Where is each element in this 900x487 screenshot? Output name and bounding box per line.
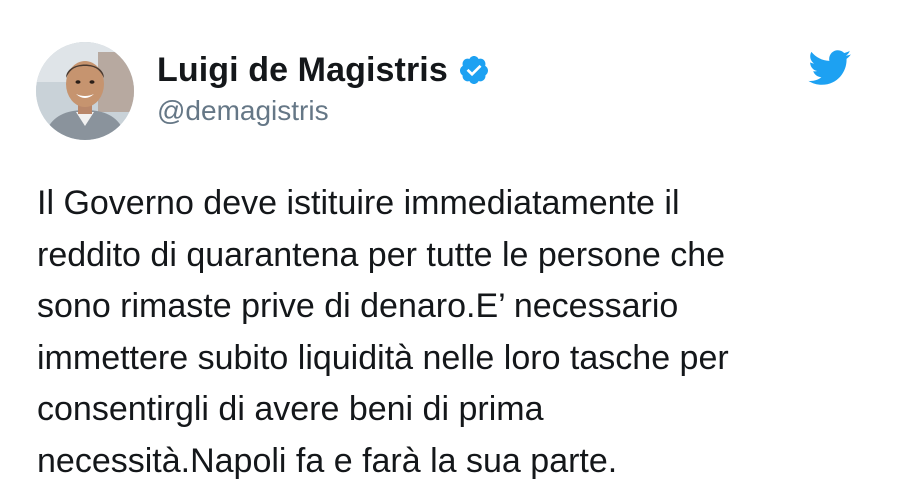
author-name-row: Luigi de Magistris xyxy=(157,48,490,92)
author-display-name[interactable]: Luigi de Magistris xyxy=(157,51,448,90)
verified-badge-icon xyxy=(458,54,490,86)
tweet-text-line: necessità.Napoli fa e farà la sua parte. xyxy=(37,436,867,487)
tweet-text-line: sono rimaste prive di denaro.E’ necessar… xyxy=(37,281,867,333)
twitter-bird-icon[interactable] xyxy=(808,50,852,86)
tweet-text-line: reddito di quarantena per tutte le perso… xyxy=(37,230,867,282)
tweet-text-line: Il Governo deve istituire immediatamente… xyxy=(37,178,867,230)
author-handle[interactable]: @demagistris xyxy=(157,95,329,127)
tweet-text-line: immettere subito liquidità nelle loro ta… xyxy=(37,333,867,385)
avatar[interactable] xyxy=(36,42,134,140)
tweet-body: Il Governo deve istituire immediatamente… xyxy=(37,178,867,487)
tweet-text-line: consentirgli di avere beni di prima xyxy=(37,384,867,436)
avatar-image xyxy=(36,42,134,140)
tweet-card: Luigi de Magistris @demagistris Il Gover… xyxy=(0,0,900,485)
